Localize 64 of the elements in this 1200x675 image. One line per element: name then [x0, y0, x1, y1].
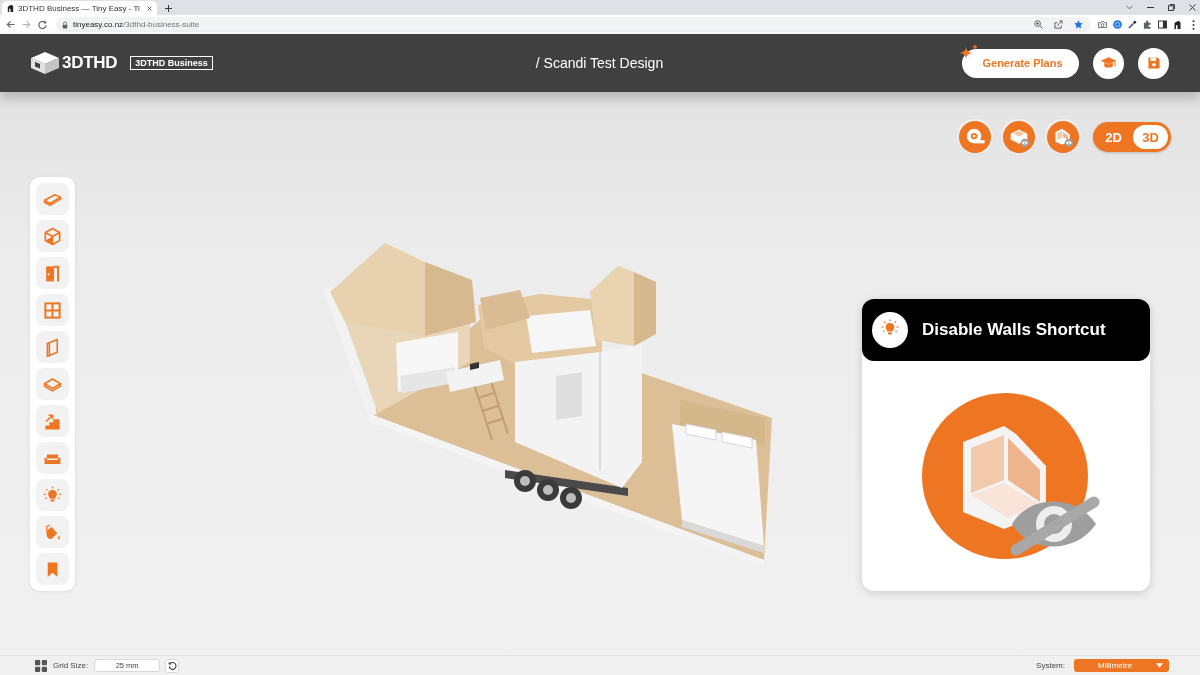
view-mode-option[interactable]: 3D: [1133, 125, 1168, 149]
hide-floor-button[interactable]: [1003, 121, 1035, 153]
caret-icon: [1156, 663, 1163, 668]
logo-text: 3DTHD: [62, 53, 118, 73]
eyedropper-icon[interactable]: [1128, 20, 1137, 29]
close-icon[interactable]: [146, 5, 152, 11]
tutorial-button[interactable]: [1093, 47, 1124, 79]
door-icon: [43, 263, 62, 283]
tool-button[interactable]: [36, 368, 69, 400]
tool-button[interactable]: [36, 294, 69, 326]
reset-button[interactable]: [165, 658, 180, 673]
cube-logo-icon: [30, 51, 60, 75]
tool-button[interactable]: [36, 442, 69, 474]
zoom-icon[interactable]: [1034, 20, 1043, 29]
back-arrow-icon[interactable]: [6, 20, 15, 29]
tool-button[interactable]: [36, 257, 69, 289]
grid-size-label: Grid Size:: [53, 661, 89, 670]
close-icon[interactable]: [1189, 4, 1196, 11]
camera-icon[interactable]: [1098, 20, 1107, 29]
system-label: System:: [1036, 661, 1065, 670]
window-icon: [43, 300, 62, 320]
tool-button[interactable]: [36, 479, 69, 511]
tooltip-title: Disable Walls Shortcut: [922, 320, 1106, 340]
building-icon[interactable]: [1173, 20, 1182, 29]
side-panel-icon[interactable]: [1158, 20, 1167, 29]
box-eye-icon: [1009, 127, 1029, 147]
stairs-icon: [43, 411, 62, 431]
round-extension-icon[interactable]: [1113, 20, 1122, 29]
grid-icon: [35, 659, 47, 672]
cube-icon: [43, 226, 62, 246]
minimize-icon[interactable]: [1147, 4, 1154, 11]
chevron-down-icon[interactable]: [1126, 5, 1133, 10]
star-icon[interactable]: [1074, 20, 1083, 29]
measure-button[interactable]: [959, 121, 991, 153]
generate-plans-button[interactable]: Generate Plans: [962, 48, 1079, 78]
tool-button[interactable]: [36, 183, 69, 215]
reset-icon: [167, 661, 177, 670]
share-icon[interactable]: [1054, 20, 1063, 29]
save-icon: [1146, 56, 1161, 70]
save-button[interactable]: [1138, 47, 1169, 79]
puzzle-icon[interactable]: [1143, 20, 1152, 29]
plus-icon[interactable]: [164, 5, 172, 12]
lock-icon: [62, 20, 68, 29]
tool-button[interactable]: [36, 220, 69, 252]
edition-badge: 3DTHD Business: [130, 56, 213, 70]
design-title: / Scandi Test Design: [535, 55, 664, 71]
more-icon[interactable]: [1192, 19, 1195, 30]
reload-icon[interactable]: [38, 20, 47, 29]
tool-button[interactable]: [36, 553, 69, 585]
tool-button[interactable]: [36, 331, 69, 363]
url-text: tinyeasy.co.nz/3dthd-business-suite: [73, 20, 200, 29]
graduation-cap-icon: [1100, 55, 1117, 71]
tool-button[interactable]: [36, 516, 69, 548]
light-bulb-icon: [872, 312, 908, 348]
tool-button[interactable]: [36, 405, 69, 437]
wall-eye-icon: [1053, 127, 1073, 147]
restore-icon[interactable]: [1168, 4, 1175, 11]
building-icon: [7, 4, 14, 12]
view-mode-option[interactable]: 2D: [1096, 125, 1131, 149]
address-bar[interactable]: tinyeasy.co.nz/3dthd-business-suite: [56, 17, 1091, 32]
unit-system-dropdown[interactable]: Millimetre: [1074, 659, 1169, 672]
hide-walls-button[interactable]: [1047, 121, 1079, 153]
browser-tab[interactable]: 3DTHD Business — Tiny Easy - Ti: [2, 1, 157, 15]
paint-bucket-icon: [43, 522, 62, 542]
